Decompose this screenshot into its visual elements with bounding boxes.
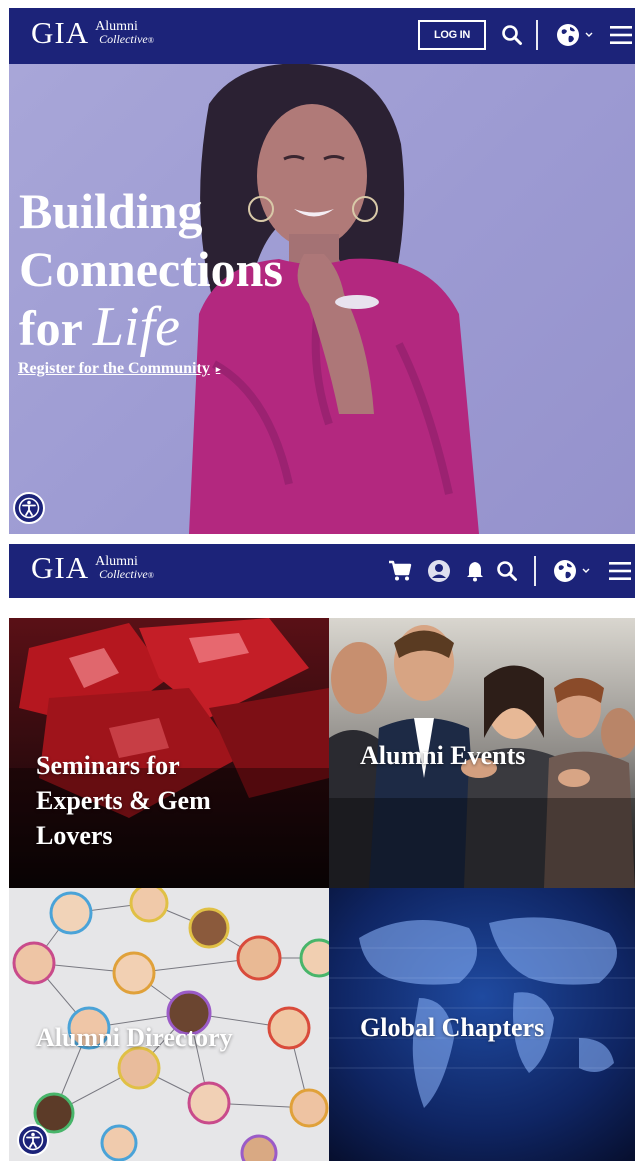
logo-alumni-collective: Alumni Collective®	[95, 555, 154, 582]
menu-icon[interactable]	[608, 559, 632, 583]
globe-icon[interactable]	[552, 558, 578, 584]
tile-global-chapters[interactable]: Global Chapters	[329, 888, 635, 1161]
bell-icon[interactable]	[464, 558, 486, 584]
accessibility-icon[interactable]	[17, 1124, 49, 1156]
login-button[interactable]: LOG IN	[418, 20, 486, 50]
hero-title-line-1: Building	[19, 183, 203, 239]
logo-collective-text: Collective	[99, 32, 148, 46]
globe-icon[interactable]	[555, 22, 581, 48]
register-community-link[interactable]: Register for the Community ▸	[18, 360, 220, 378]
tile-seminars-label: Seminars for Experts & Gem Lovers	[36, 748, 211, 853]
hero-title-for: for	[19, 300, 83, 356]
tile-label-line: Lovers	[36, 821, 113, 850]
accessibility-icon[interactable]	[13, 492, 45, 524]
hero-title-line-3: for Life	[19, 298, 283, 357]
chevron-down-icon[interactable]	[581, 564, 591, 578]
tile-alumni-directory[interactable]: Alumni Directory	[9, 888, 329, 1161]
search-icon[interactable]	[500, 22, 524, 48]
tile-global-chapters-label: Global Chapters	[360, 1010, 544, 1045]
tile-seminars[interactable]: Seminars for Experts & Gem Lovers	[9, 618, 329, 888]
logo-collective-wrap: Collective®	[99, 33, 154, 47]
tile-label-line: Alumni Directory	[36, 1023, 233, 1052]
logo-registered-mark: ®	[147, 571, 154, 580]
tile-alumni-events[interactable]: Alumni Events	[329, 618, 635, 888]
secondary-header: GIA Alumni Collective®	[9, 544, 635, 598]
tile-label-line: Alumni Events	[360, 741, 526, 770]
hero-title-life: Life	[92, 296, 180, 358]
logo-alumni-collective: Alumni Collective®	[95, 20, 154, 47]
cart-icon[interactable]	[387, 558, 413, 584]
tile-label-line: Seminars for	[36, 751, 180, 780]
register-community-label: Register for the Community	[18, 360, 210, 377]
logo[interactable]: GIA Alumni Collective®	[31, 16, 154, 56]
header-divider	[536, 20, 538, 50]
logo-collective-wrap: Collective®	[99, 568, 154, 582]
hero-banner: Building Connections for Life Register fo…	[9, 64, 635, 534]
logo-collective-text: Collective	[99, 567, 148, 581]
logo-gia: GIA	[31, 550, 90, 585]
hero-title-line-2: Connections	[19, 241, 283, 297]
tile-alumni-events-label: Alumni Events	[360, 738, 525, 773]
menu-icon[interactable]	[609, 23, 633, 47]
logo-gia: GIA	[31, 15, 90, 50]
logo-registered-mark: ®	[147, 36, 154, 45]
chevron-down-icon[interactable]	[584, 28, 594, 42]
user-icon[interactable]	[426, 558, 452, 584]
tile-label-line: Experts & Gem	[36, 786, 211, 815]
tile-alumni-directory-label: Alumni Directory	[36, 1020, 233, 1055]
logo[interactable]: GIA Alumni Collective®	[31, 551, 154, 591]
top-header: GIA Alumni Collective® LOG IN	[9, 8, 635, 64]
arrow-right-icon: ▸	[215, 363, 221, 374]
search-icon[interactable]	[495, 558, 519, 584]
hero-title: Building Connections for Life	[19, 182, 283, 357]
header-divider	[534, 556, 536, 586]
tile-label-line: Global Chapters	[360, 1013, 545, 1042]
